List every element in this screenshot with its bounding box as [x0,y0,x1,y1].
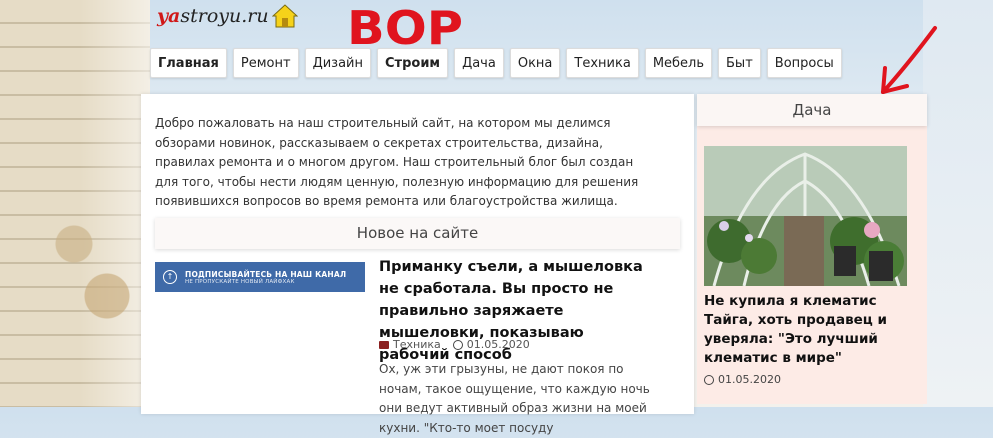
annotation-arrow-icon [881,26,937,94]
article-meta: Техника 01.05.2020 [379,338,530,351]
subscribe-banner[interactable]: ↑ ПОДПИСЫВАЙТЕСЬ НА НАШ КАНАЛ НЕ ПРОПУСК… [155,262,365,292]
nav-item-tech[interactable]: Техника [566,48,639,78]
nav-item-repair[interactable]: Ремонт [232,48,299,78]
folder-icon [379,340,389,349]
nav-item-windows[interactable]: Окна [509,48,561,78]
annotation-text: ВОР [347,1,463,54]
article-excerpt: Ох, уж эти грызуны, не дают покоя по ноч… [379,362,650,435]
svg-text:ВОР: ВОР [347,1,463,54]
nav-item-furniture[interactable]: Мебель [644,48,713,78]
house-icon [271,4,298,28]
banner-title: ПОДПИСЫВАЙТЕСЬ НА НАШ КАНАЛ [185,269,347,279]
site-logo[interactable]: yastroyu.ru [157,4,298,28]
nav-item-household[interactable]: Быт [718,48,761,78]
sidebar: Дача Не купила я клематис Тайга, хоть пр… [697,94,927,404]
main-content: Добро пожаловать на наш строительный сай… [141,94,694,435]
sidebar-article-date: 01.05.2020 [718,373,781,386]
arrow-up-icon: ↑ [163,270,177,284]
background-tree [30,140,140,400]
intro-text: Добро пожаловать на наш строительный сай… [155,116,639,208]
sidebar-article-meta: 01.05.2020 [704,373,781,386]
article-date: 01.05.2020 [466,338,530,351]
nav-item-home[interactable]: Главная [150,48,227,78]
nav-item-questions[interactable]: Вопросы [766,48,842,78]
clock-icon [704,374,714,385]
article-category-link[interactable]: Техника [393,338,441,351]
main-nav: Главная Ремонт Дизайн Строим Дача Окна Т… [150,48,842,78]
nav-item-design[interactable]: Дизайн [304,48,372,78]
nav-item-dacha[interactable]: Дача [454,48,504,78]
nav-item-build[interactable]: Строим [377,48,449,78]
sidebar-title: Дача [697,94,927,126]
clock-icon [452,339,463,350]
sidebar-article-title-link[interactable]: Не купила я клематис Тайга, хоть продаве… [704,292,916,368]
logo-text: yastroyu.ru [157,5,269,27]
banner-subtitle: НЕ ПРОПУСКАЙТЕ НОВЫЙ ЛАЙФХАК [185,278,295,285]
sidebar-article-image[interactable] [704,146,907,286]
section-title: Новое на сайте [155,218,680,249]
